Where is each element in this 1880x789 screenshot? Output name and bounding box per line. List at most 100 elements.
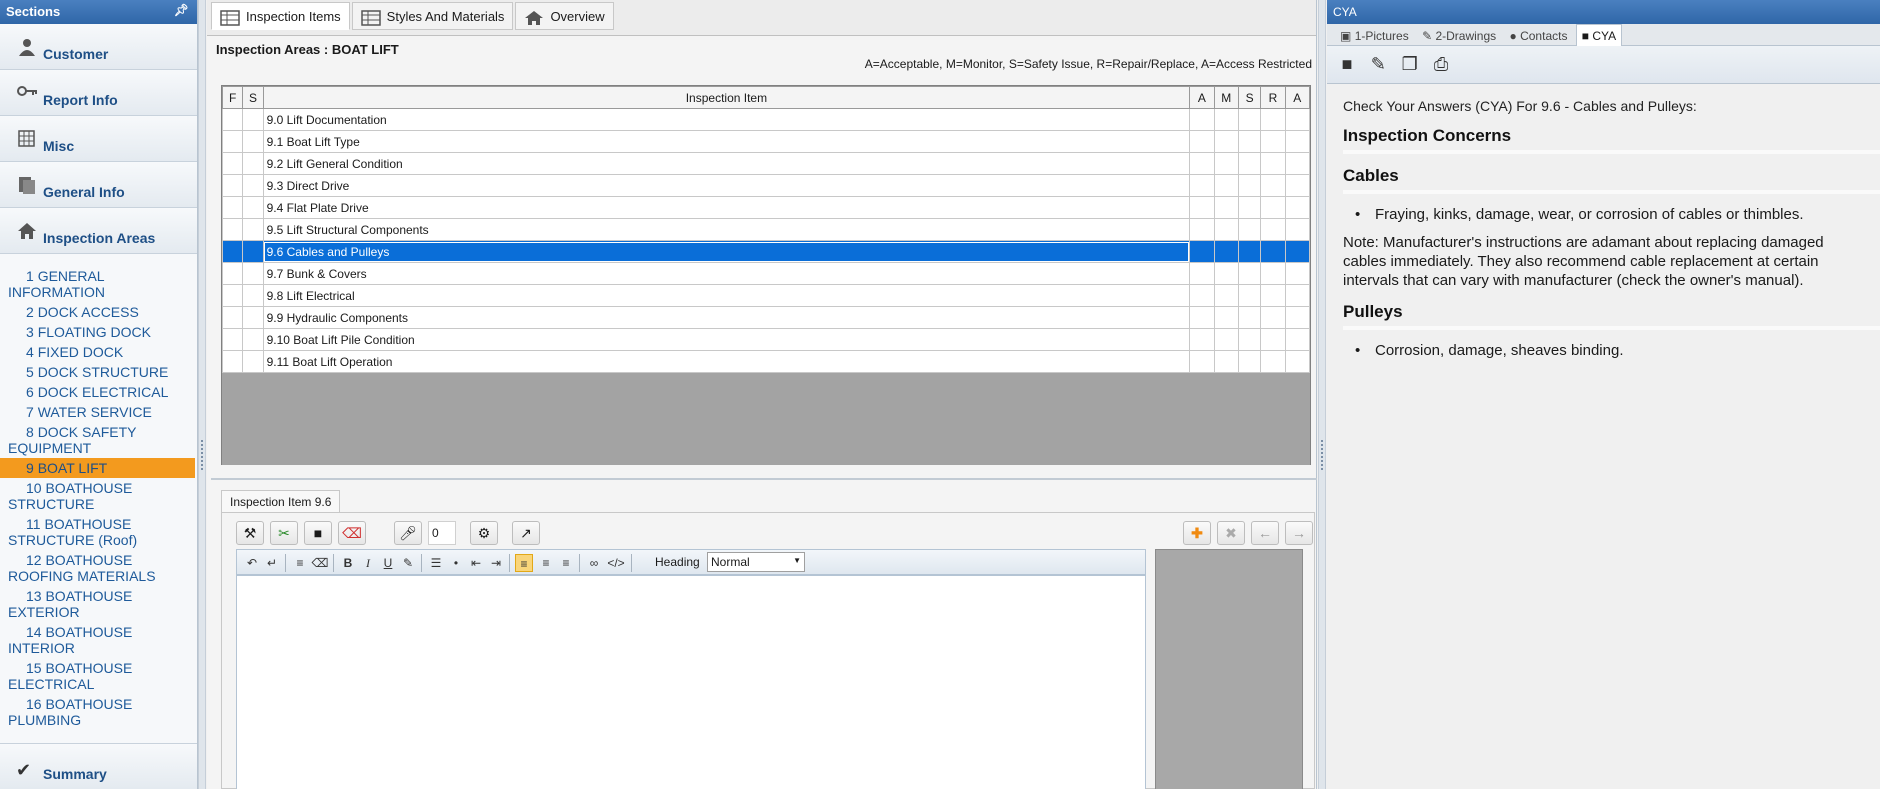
area-item-16[interactable]: 16 BOATHOUSE PLUMBING: [0, 694, 197, 730]
flag-cell[interactable]: [221, 108, 244, 131]
rating-m-cell[interactable]: [1213, 262, 1239, 285]
rating-a-cell[interactable]: [1189, 196, 1215, 219]
italic-icon[interactable]: I: [359, 554, 377, 572]
safety-flag-cell[interactable]: [242, 262, 264, 285]
align-center-icon[interactable]: ≡: [537, 554, 555, 572]
safety-flag-cell[interactable]: [242, 130, 264, 153]
rating-r-cell[interactable]: [1260, 262, 1286, 285]
section-general-info[interactable]: General Info: [0, 162, 197, 208]
rating-a-cell[interactable]: [1189, 174, 1215, 197]
rating-m-cell[interactable]: [1213, 174, 1239, 197]
area-item-2[interactable]: 2 DOCK ACCESS: [0, 302, 197, 322]
area-item-7[interactable]: 7 WATER SERVICE: [0, 402, 197, 422]
tab-inspection-item[interactable]: Inspection Item 9.6: [221, 490, 341, 512]
item-cell[interactable]: 9.11 Boat Lift Operation: [262, 350, 1191, 373]
align-left-icon[interactable]: ≡: [515, 554, 533, 572]
delete-button[interactable]: ✖: [1217, 521, 1245, 545]
safety-flag-cell[interactable]: [242, 152, 264, 175]
area-item-1[interactable]: 1 GENERAL INFORMATION: [0, 266, 197, 302]
safety-flag-cell[interactable]: [242, 284, 264, 307]
item-cell[interactable]: 9.10 Boat Lift Pile Condition: [262, 328, 1191, 351]
area-item-11[interactable]: 11 BOATHOUSE STRUCTURE (Roof): [0, 514, 197, 550]
item-cell[interactable]: 9.5 Lift Structural Components: [262, 218, 1191, 241]
horizontal-splitter[interactable]: [211, 478, 1317, 484]
rating-s-cell[interactable]: [1237, 328, 1262, 351]
item-cell[interactable]: 9.1 Boat Lift Type: [262, 130, 1191, 153]
rating-access-cell[interactable]: [1284, 284, 1311, 307]
tab-contacts[interactable]: ● Contacts: [1505, 25, 1573, 47]
code-icon[interactable]: </>: [607, 554, 625, 572]
rating-a-cell[interactable]: [1189, 284, 1215, 307]
pin-icon[interactable]: 📌︎: [174, 3, 189, 17]
rating-r-cell[interactable]: [1260, 240, 1286, 263]
rating-access-cell[interactable]: [1284, 218, 1311, 241]
link-icon[interactable]: ∞: [585, 554, 603, 572]
rating-access-cell[interactable]: [1284, 174, 1311, 197]
outdent-icon[interactable]: ⇤: [467, 554, 485, 572]
flag-cell[interactable]: [221, 350, 244, 373]
popout-button[interactable]: ↗: [512, 521, 540, 545]
col-header-acceptable[interactable]: A: [1189, 86, 1215, 109]
item-cell[interactable]: 9.9 Hydraulic Components: [262, 306, 1191, 329]
item-cell[interactable]: 9.6 Cables and Pulleys: [262, 240, 1191, 263]
align-right-icon[interactable]: ≡: [557, 554, 575, 572]
rating-r-cell[interactable]: [1260, 306, 1286, 329]
flag-cell[interactable]: [221, 196, 244, 219]
area-item-4[interactable]: 4 FIXED DOCK: [0, 342, 197, 362]
tab-drawings[interactable]: ✎ 2-Drawings: [1417, 25, 1501, 47]
rating-a-cell[interactable]: [1189, 262, 1215, 285]
table-row[interactable]: 9.2 Lift General Condition: [221, 152, 1311, 175]
tab-styles-and-materials[interactable]: Styles And Materials: [351, 2, 514, 30]
item-cell[interactable]: 9.3 Direct Drive: [262, 174, 1191, 197]
rating-s-cell[interactable]: [1237, 196, 1262, 219]
rating-m-cell[interactable]: [1213, 284, 1239, 307]
col-header-inspection-item[interactable]: Inspection Item: [262, 86, 1191, 109]
col-header-safety[interactable]: S: [1237, 86, 1262, 109]
rating-access-cell[interactable]: [1284, 306, 1311, 329]
table-row[interactable]: 9.7 Bunk & Covers: [221, 262, 1311, 285]
table-row[interactable]: 9.10 Boat Lift Pile Condition: [221, 328, 1311, 351]
table-row[interactable]: 9.0 Lift Documentation: [221, 108, 1311, 131]
safety-flag-cell[interactable]: [242, 328, 264, 351]
rating-a-cell[interactable]: [1189, 240, 1215, 263]
item-cell[interactable]: 9.0 Lift Documentation: [262, 108, 1191, 131]
rating-r-cell[interactable]: [1260, 174, 1286, 197]
rating-a-cell[interactable]: [1189, 306, 1215, 329]
indent-icon[interactable]: ⇥: [487, 554, 505, 572]
section-report-info[interactable]: Report Info: [0, 70, 197, 116]
col-header-monitor[interactable]: M: [1213, 86, 1239, 109]
rating-m-cell[interactable]: [1213, 218, 1239, 241]
rating-access-cell[interactable]: [1284, 152, 1311, 175]
add-button[interactable]: ✚: [1183, 521, 1211, 545]
tab-overview[interactable]: Overview: [515, 2, 614, 30]
rating-access-cell[interactable]: [1284, 240, 1311, 263]
comment-editor[interactable]: [236, 575, 1146, 789]
area-item-3[interactable]: 3 FLOATING DOCK: [0, 322, 197, 342]
section-misc[interactable]: Misc: [0, 116, 197, 162]
rating-m-cell[interactable]: [1213, 328, 1239, 351]
rating-m-cell[interactable]: [1213, 108, 1239, 131]
previous-button[interactable]: ←: [1251, 521, 1279, 545]
safety-flag-cell[interactable]: [242, 218, 264, 241]
rating-m-cell[interactable]: [1213, 130, 1239, 153]
flag-cell[interactable]: [221, 240, 244, 263]
rating-m-cell[interactable]: [1213, 306, 1239, 329]
bold-icon[interactable]: B: [339, 554, 357, 572]
table-row[interactable]: 9.5 Lift Structural Components: [221, 218, 1311, 241]
item-cell[interactable]: 9.4 Flat Plate Drive: [262, 196, 1191, 219]
section-inspection-areas[interactable]: Inspection Areas: [0, 208, 197, 254]
right-splitter[interactable]: [1318, 0, 1326, 789]
heading-select[interactable]: Normal ▼: [707, 552, 805, 572]
table-row[interactable]: 9.6 Cables and Pulleys: [221, 240, 1311, 263]
col-header-f[interactable]: F: [221, 86, 244, 109]
col-header-s[interactable]: S: [242, 86, 264, 109]
table-row[interactable]: 9.1 Boat Lift Type: [221, 130, 1311, 153]
tab-cya[interactable]: ■ CYA: [1575, 24, 1623, 46]
underline-icon[interactable]: U: [379, 554, 397, 572]
rating-a-cell[interactable]: [1189, 350, 1215, 373]
item-cell[interactable]: 9.2 Lift General Condition: [262, 152, 1191, 175]
rating-access-cell[interactable]: [1284, 328, 1311, 351]
area-item-15[interactable]: 15 BOATHOUSE ELECTRICAL: [0, 658, 197, 694]
area-item-5[interactable]: 5 DOCK STRUCTURE: [0, 362, 197, 382]
brush-icon[interactable]: ✎: [399, 554, 417, 572]
